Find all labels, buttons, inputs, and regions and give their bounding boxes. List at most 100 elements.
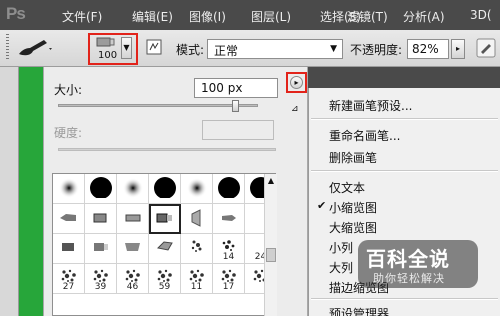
panel-resize-icon[interactable]: ⊿ (291, 104, 299, 114)
brush-tip-icon (191, 209, 201, 227)
brush-preset-cell[interactable] (117, 234, 149, 264)
toolbar-grip[interactable] (6, 34, 9, 60)
menu-preset-manager[interactable]: 预设管理器... (329, 305, 400, 316)
brush-preset-cell[interactable] (53, 174, 85, 204)
brush-preset-cell[interactable] (85, 174, 117, 204)
brush-tip-icon (90, 177, 112, 198)
menu-rename-brush[interactable]: 重命名画笔... (329, 127, 400, 144)
brush-picker-dropdown-arrow[interactable]: ▼ (121, 37, 132, 59)
opacity-slider-button[interactable]: ▸ (451, 39, 465, 59)
brush-preset-cell[interactable] (53, 204, 85, 234)
brush-presets-grid: 14 24 27 39 46 59 11 17 (52, 173, 276, 316)
opacity-value: 82% (412, 42, 439, 56)
brush-preset-cell[interactable] (85, 234, 117, 264)
opacity-input[interactable]: 82% (407, 39, 449, 59)
brush-preset-cell[interactable] (149, 174, 181, 204)
brush-preset-cell[interactable]: 46 (117, 264, 149, 294)
menu-separator (311, 118, 498, 120)
brush-panel-toggle-icon[interactable] (146, 39, 162, 55)
brush-tip-icon (59, 178, 79, 198)
brush-preset-cell[interactable]: 59 (149, 264, 181, 294)
watermark-badge: 百科全说 助你轻松解决 (358, 240, 478, 288)
brush-tip-icon (156, 241, 173, 251)
size-input[interactable]: 100 px (194, 78, 278, 98)
opacity-label: 不透明度: (350, 43, 403, 57)
menu-text-only[interactable]: 仅文本 (329, 179, 365, 196)
menu-3d[interactable]: 3D( (470, 8, 492, 22)
menu-small-list[interactable]: 小列 (329, 239, 353, 256)
brush-tip-icon (156, 213, 172, 223)
photoshop-logo: Ps (6, 4, 26, 23)
menu-separator (311, 170, 498, 172)
menu-filter[interactable]: 滤镜(T) (347, 8, 388, 25)
brush-preset-size: 39 (94, 282, 107, 292)
brush-preset-cell[interactable]: 14 (213, 234, 245, 264)
flyout-menu-button[interactable]: ▸ (290, 76, 303, 89)
brush-tip-icon (62, 243, 74, 251)
menu-small-thumbnail[interactable]: ✔ 小缩览图 (317, 199, 377, 216)
tools-panel-strip (0, 67, 19, 316)
size-value: 100 px (201, 81, 243, 95)
brush-tip-icon (222, 215, 236, 221)
menu-analysis[interactable]: 分析(A) (403, 8, 445, 25)
menu-separator (311, 298, 498, 300)
menu-layer[interactable]: 图层(L) (251, 8, 291, 25)
brush-preset-cell[interactable] (213, 174, 245, 204)
brush-preset-cell[interactable] (181, 174, 213, 204)
watermark-subtitle: 助你轻松解决 (373, 272, 445, 285)
brush-tip-icon (60, 214, 76, 221)
brush-preview-icon[interactable] (96, 36, 116, 48)
brush-preset-cell[interactable]: 39 (85, 264, 117, 294)
size-slider-track[interactable] (58, 104, 258, 107)
brush-tip-icon (93, 213, 107, 223)
brush-tip-icon (187, 178, 207, 198)
hardness-slider-track[interactable] (58, 148, 276, 151)
hardness-label: 硬度: (54, 126, 83, 140)
scrollbar-thumb[interactable] (266, 248, 276, 262)
menu-large-thumbnail[interactable]: 大缩览图 (329, 219, 377, 236)
mode-label: 模式: (176, 43, 205, 57)
menu-header-strip (308, 67, 500, 88)
size-slider-thumb[interactable] (232, 100, 239, 112)
menu-large-list[interactable]: 大列 (329, 259, 353, 276)
menu-delete-brush[interactable]: 删除画笔 (329, 149, 377, 166)
scroll-up-icon[interactable]: ▲ (266, 176, 276, 186)
brush-preset-cell[interactable] (53, 234, 85, 264)
brush-preset-cell[interactable]: 27 (53, 264, 85, 294)
brush-preset-cell[interactable] (149, 234, 181, 264)
watermark-title: 百科全说 (366, 247, 450, 271)
brush-preset-size: 46 (126, 282, 139, 292)
brush-preset-cell[interactable]: 11 (181, 264, 213, 294)
brush-tool-icon[interactable] (16, 36, 54, 58)
brush-preset-cell[interactable] (117, 174, 149, 204)
brush-preset-cell[interactable] (181, 204, 213, 234)
size-label: 大小: (54, 83, 83, 97)
brush-preset-cell[interactable]: 17 (213, 264, 245, 294)
menu-bar: Ps 文件(F) 编辑(E) 图像(I) 图层(L) 选择(S) 滤镜(T) 分… (0, 0, 500, 30)
brush-tip-icon (94, 243, 108, 251)
brush-size-value: 100 (98, 50, 118, 61)
hardness-input[interactable] (202, 120, 274, 140)
brush-preset-cell[interactable] (213, 204, 245, 234)
mode-select[interactable]: 正常 ▼ (207, 39, 343, 59)
brush-preset-cell[interactable] (117, 204, 149, 234)
brush-preset-size: 11 (190, 282, 203, 292)
presets-scrollbar[interactable]: ▲ (264, 174, 277, 316)
brush-preset-cell[interactable] (85, 204, 117, 234)
brush-preset-size: 59 (158, 282, 171, 292)
menu-edit[interactable]: 编辑(E) (132, 8, 173, 25)
brush-tip-icon (123, 178, 143, 198)
options-bar: 100 ▼ 模式: 正常 ▼ 不透明度: 82% ▸ (0, 30, 500, 67)
brush-preset-cell[interactable] (149, 204, 181, 234)
menu-file[interactable]: 文件(F) (62, 8, 102, 25)
brush-preset-size: 14 (222, 252, 235, 262)
brush-preset-cell[interactable] (181, 234, 213, 264)
menu-new-brush-preset[interactable]: 新建画笔预设... (329, 97, 412, 114)
brush-tip-icon (125, 243, 140, 251)
brush-tip-icon (125, 214, 141, 222)
menu-image[interactable]: 图像(I) (189, 8, 226, 25)
checkmark-icon: ✔ (317, 199, 327, 212)
airbrush-icon[interactable] (476, 38, 496, 58)
brush-tip-icon (191, 240, 202, 252)
mode-select-value: 正常 (214, 44, 239, 58)
